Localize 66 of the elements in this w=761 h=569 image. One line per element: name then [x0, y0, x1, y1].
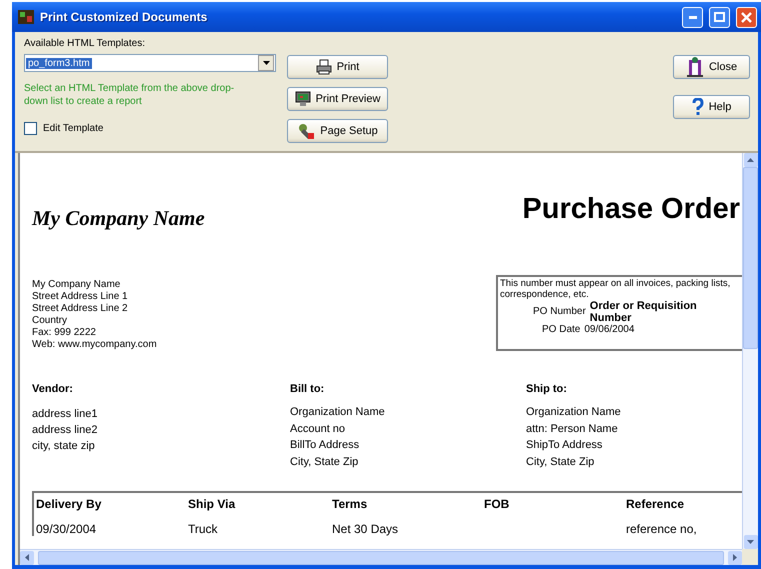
- party-line: address line2: [32, 423, 98, 438]
- print-button[interactable]: Print: [287, 55, 388, 79]
- address-line: Fax: 999 2222: [32, 327, 97, 339]
- party-line: ShipTo Address: [526, 438, 604, 453]
- party-line: address line1: [32, 407, 98, 422]
- party-heading: Bill to:: [290, 383, 326, 395]
- column-header: FOB: [482, 492, 624, 517]
- party-heading: Vendor:: [32, 383, 74, 395]
- table-cell-text: Truck: [187, 521, 219, 536]
- left-arrow-icon: [25, 554, 29, 561]
- table-cell: 09/30/2004: [33, 517, 186, 536]
- column-header: Delivery By: [33, 492, 186, 517]
- vertical-scrollbar[interactable]: [742, 153, 758, 549]
- table-cell-text: Net 30 Days: [331, 521, 400, 536]
- maximize-button[interactable]: [709, 6, 730, 28]
- minimize-button[interactable]: [682, 6, 703, 28]
- address-line: Street Address Line 1: [32, 291, 129, 303]
- printer-icon: [316, 59, 332, 75]
- templates-label: Available HTML Templates:: [24, 38, 146, 51]
- po-number-label: PO Number: [533, 306, 586, 318]
- checkbox[interactable]: [24, 122, 37, 135]
- help-icon: [692, 98, 704, 116]
- close-button[interactable]: [736, 6, 757, 28]
- party-heading: Ship to:: [526, 383, 568, 395]
- po-date-value: 09/06/2004: [584, 324, 634, 336]
- document-title: Purchase Order: [522, 193, 740, 226]
- table-cell-text: reference no,: [625, 521, 698, 536]
- po-note: This number must appear on all invoices, packing lists, correspondence, etc.: [500, 278, 732, 300]
- up-arrow-icon: [747, 158, 754, 162]
- setup-button[interactable]: Page Setup: [287, 119, 388, 143]
- party-line: attn: Person Name: [526, 422, 619, 436]
- hint-text: Select an HTML Template from the above drop-down list to create a report: [24, 82, 236, 108]
- party-line: Account no: [290, 422, 346, 436]
- party-line: City, State Zip: [526, 454, 596, 470]
- party-line: BillTo Address: [290, 438, 360, 453]
- horizontal-scrollbar[interactable]: [20, 549, 742, 565]
- tools-icon: [297, 122, 316, 140]
- company-name: My Company Name: [32, 206, 205, 231]
- column-header: Reference: [624, 492, 742, 517]
- down-arrow-icon: [747, 540, 754, 544]
- column-header: Terms: [330, 492, 482, 517]
- column-header: Ship Via: [186, 492, 330, 517]
- app-icon: [18, 10, 34, 24]
- address-line: Street Address Line 2: [32, 303, 129, 315]
- party-line: Organization Name: [526, 405, 622, 420]
- close-button[interactable]: Close: [673, 55, 750, 79]
- doorway-icon: [686, 57, 704, 77]
- address-line: My Company Name: [32, 279, 122, 291]
- caret-icon: [262, 61, 270, 65]
- party-line: City, State Zip: [290, 454, 360, 470]
- help-button[interactable]: Help: [673, 95, 750, 119]
- party-line: Organization Name: [290, 405, 386, 420]
- template-dropdown[interactable]: po_form3.htm: [24, 54, 276, 72]
- close-icon: [741, 12, 752, 22]
- po-date-label: PO Date: [542, 324, 580, 336]
- party-line: city, state zip: [32, 439, 96, 454]
- right-arrow-icon: [733, 554, 737, 561]
- checkbox-label: Edit Template: [43, 123, 104, 134]
- address-line: Country: [32, 315, 68, 327]
- address-line: Web: www.mycompany.com: [32, 339, 157, 351]
- minimize-icon: [688, 16, 696, 18]
- maximize-icon: [714, 12, 725, 22]
- preview-button[interactable]: Print Preview: [287, 87, 388, 111]
- po-number-value: Order or Requisition Number: [590, 300, 698, 324]
- monitor-icon: [294, 91, 311, 107]
- window-title: Print Customized Documents: [40, 10, 208, 24]
